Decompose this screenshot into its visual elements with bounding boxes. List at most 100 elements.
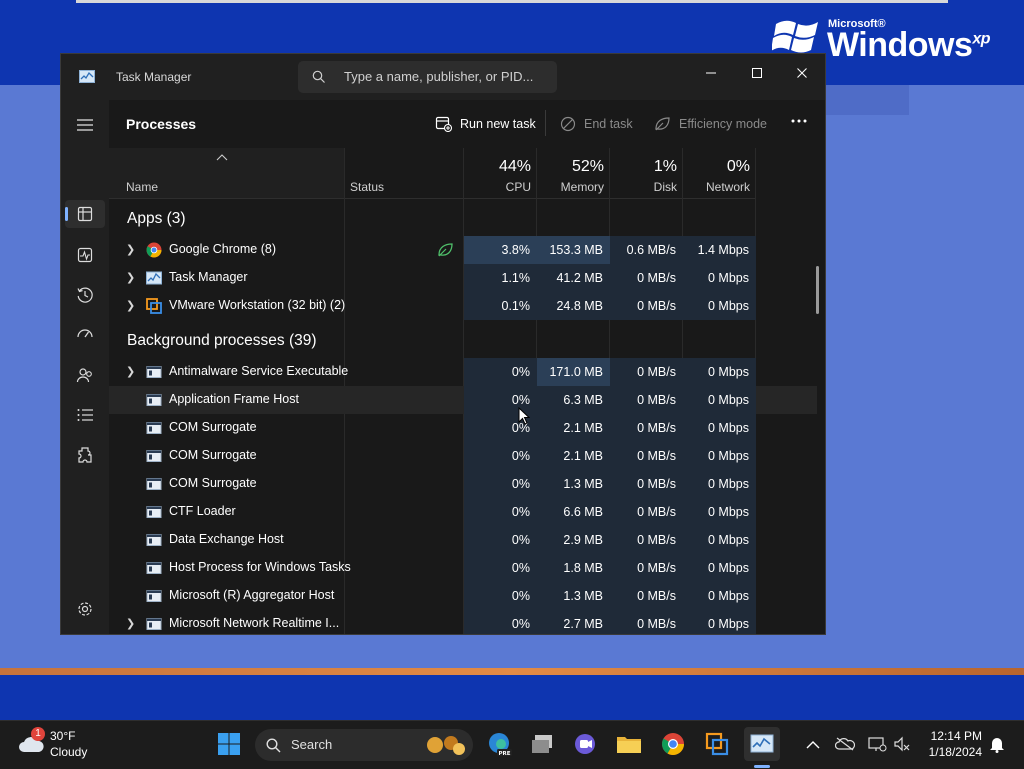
cpu-cell: 0% [464, 498, 537, 526]
volume-tray[interactable] [887, 729, 917, 759]
efficiency-leaf-icon [438, 243, 453, 257]
close-button[interactable] [779, 58, 825, 88]
desktop-background-bottom [0, 675, 1024, 720]
disk-column-header[interactable]: 1% Disk [610, 148, 683, 199]
cpu-cell: 0% [464, 610, 537, 634]
desktop-shade [824, 85, 909, 115]
process-row[interactable]: ❯ Task Manager 1.1% 41.2 MB 0 MB/s 0 Mbps [109, 264, 817, 292]
details-icon[interactable] [74, 404, 96, 426]
task-manager-icon [750, 734, 774, 753]
chevron-right-icon[interactable]: ❯ [126, 299, 135, 312]
cpu-column-header[interactable]: 44% CPU [464, 148, 537, 199]
process-row[interactable]: ❯ VMware Workstation (32 bit) (2) 0.1% 24.8… [109, 292, 817, 320]
process-window-icon [146, 422, 162, 434]
process-row[interactable]: Data Exchange Host 0% 2.9 MB 0 MB/s 0 Mbps [109, 526, 817, 554]
process-row[interactable]: CTF Loader 0% 6.6 MB 0 MB/s 0 Mbps [109, 498, 817, 526]
maximize-icon [752, 68, 762, 78]
taskbar-chrome[interactable] [658, 729, 688, 759]
edge-browser-icon: PRE [489, 733, 512, 757]
cpu-cell: 0% [464, 554, 537, 582]
users-icon[interactable] [74, 364, 96, 386]
onedrive-tray[interactable] [830, 729, 860, 759]
minimize-icon [706, 72, 716, 74]
process-name: CTF Loader [169, 504, 236, 518]
show-hidden-icons-button[interactable] [798, 729, 828, 759]
taskbar-task-manager[interactable] [744, 727, 780, 761]
settings-icon[interactable] [74, 598, 96, 620]
windows-start-icon [218, 733, 240, 755]
taskbar-file-explorer[interactable] [614, 729, 644, 759]
services-icon[interactable] [74, 444, 96, 466]
process-row[interactable]: COM Surrogate 0% 1.3 MB 0 MB/s 0 Mbps [109, 470, 817, 498]
search-icon [312, 70, 325, 83]
memory-column-header[interactable]: 52% Memory [537, 148, 610, 199]
process-name: COM Surrogate [169, 476, 257, 490]
app-history-icon[interactable] [74, 284, 96, 306]
taskbar-task-view[interactable] [527, 729, 557, 759]
task-manager-app-icon [79, 70, 95, 83]
efficiency-mode-button[interactable]: Efficiency mode [654, 116, 767, 132]
status-column-header[interactable]: Status [345, 148, 463, 199]
disk-cell: 0 MB/s [610, 264, 683, 292]
process-row[interactable]: Host Process for Windows Tasks 0% 1.8 MB 0 … [109, 554, 817, 582]
process-row[interactable]: COM Surrogate 0% 2.1 MB 0 MB/s 0 Mbps [109, 414, 817, 442]
hamburger-menu-icon[interactable] [74, 114, 96, 136]
process-window-icon [146, 506, 162, 518]
more-options-button[interactable] [790, 118, 808, 124]
taskbar-search[interactable]: Search [255, 729, 473, 761]
minimize-button[interactable] [688, 58, 734, 88]
clock[interactable]: 12:14 PM 1/18/2024 [918, 728, 982, 760]
process-row[interactable]: ❯ Google Chrome (8) 3.8% 153.3 MB 0.6 MB/s 1.… [109, 236, 817, 264]
taskbar-edge-preview[interactable]: PRE [484, 729, 514, 759]
name-column-label: Name [126, 180, 159, 194]
weather-temperature[interactable]: 30°F [50, 729, 75, 743]
process-row[interactable]: Microsoft (R) Aggregator Host 0% 1.3 MB 0 M… [109, 582, 817, 610]
network-total: 0% [726, 158, 750, 175]
process-row[interactable]: Application Frame Host 0% 6.3 MB 0 MB/s 0 Mb… [109, 386, 817, 414]
startup-apps-icon[interactable] [74, 324, 96, 346]
network-cell: 0 Mbps [683, 292, 756, 320]
network-cell: 0 Mbps [683, 526, 756, 554]
network-column-header[interactable]: 0% Network [683, 148, 756, 199]
name-column-header[interactable]: Name [109, 148, 344, 199]
chevron-right-icon[interactable]: ❯ [126, 617, 135, 630]
page-title: Processes [126, 116, 197, 132]
maximize-button[interactable] [734, 58, 780, 88]
end-task-button[interactable]: End task [560, 116, 633, 132]
chevron-right-icon[interactable]: ❯ [126, 365, 135, 378]
chat-icon [575, 734, 595, 754]
cpu-cell: 0% [464, 358, 537, 386]
chevron-right-icon[interactable]: ❯ [126, 271, 135, 284]
folder-icon [617, 737, 641, 753]
clock-date: 1/18/2024 [928, 745, 982, 759]
scrollbar-thumb[interactable] [816, 266, 819, 314]
chevron-right-icon[interactable]: ❯ [126, 243, 135, 256]
chevron-up-icon [806, 740, 820, 748]
taskbar-chat[interactable] [570, 729, 600, 759]
network-cell: 0 Mbps [683, 610, 756, 634]
process-name: Task Manager [169, 270, 248, 284]
run-new-task-icon [435, 116, 452, 132]
processes-icon[interactable] [74, 203, 96, 225]
title-bar[interactable]: Task Manager Type a name, publisher, or … [61, 54, 825, 100]
process-name: Data Exchange Host [169, 532, 284, 546]
window-title: Task Manager [116, 70, 192, 84]
status-column-label: Status [350, 180, 385, 194]
taskbar-vmware[interactable] [702, 729, 732, 759]
process-row[interactable]: ❯ Microsoft Network Realtime I... 0% 2.7 MB… [109, 610, 817, 634]
disk-cell: 0.6 MB/s [610, 236, 683, 264]
apps-group-header: Apps (3) [127, 210, 186, 227]
network-cell: 1.4 Mbps [683, 236, 756, 264]
process-row[interactable]: COM Surrogate 0% 2.1 MB 0 MB/s 0 Mbps [109, 442, 817, 470]
search-box[interactable]: Type a name, publisher, or PID... [298, 61, 557, 93]
weather-description[interactable]: Cloudy [50, 745, 87, 759]
start-button[interactable] [214, 729, 244, 759]
process-window-icon [146, 534, 162, 546]
search-highlight-icon [427, 736, 465, 755]
efficiency-leaf-icon [655, 117, 670, 131]
run-new-task-button[interactable]: Run new task [435, 116, 536, 132]
performance-icon[interactable] [74, 244, 96, 266]
process-row[interactable]: ❯ Antimalware Service Executable 0% 171.0 M… [109, 358, 817, 386]
memory-cell: 1.3 MB [537, 470, 610, 498]
notifications-button[interactable] [982, 729, 1012, 759]
